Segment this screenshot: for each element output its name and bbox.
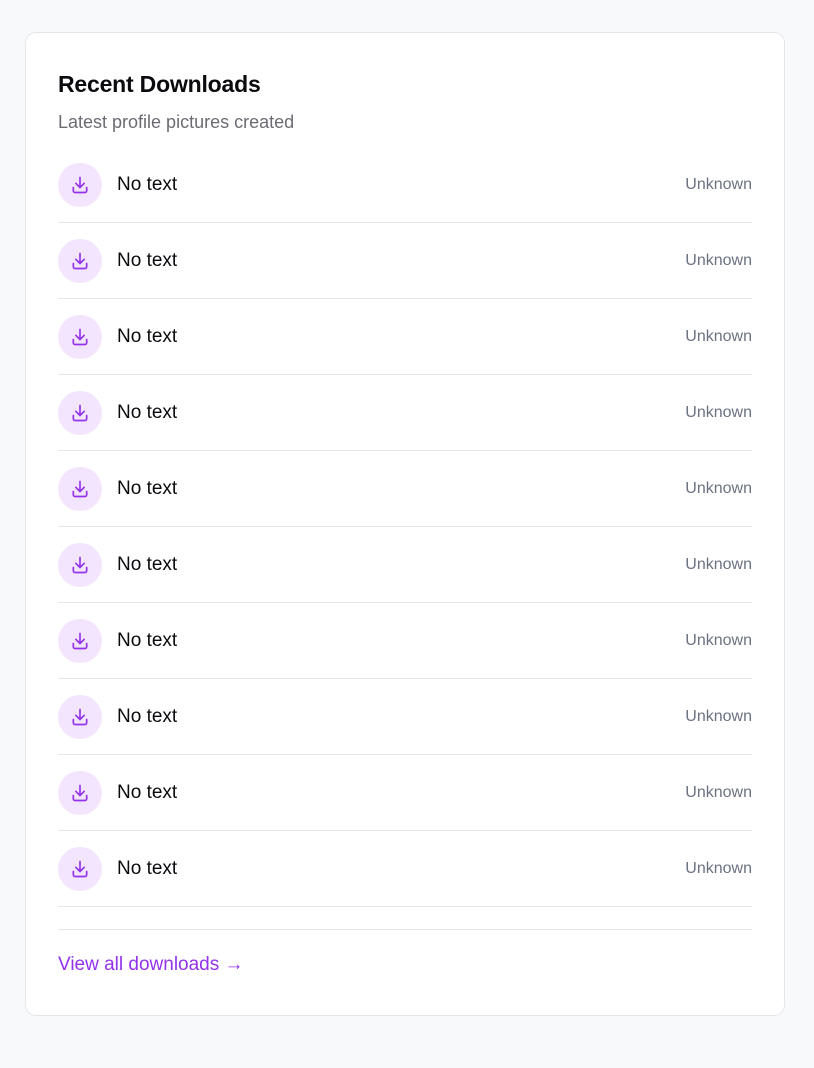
download-item-label: No text: [117, 325, 178, 347]
download-item-label: No text: [117, 173, 178, 195]
download-icon: [58, 162, 102, 207]
download-item-label: No text: [117, 401, 178, 423]
list-item[interactable]: No text Unknown: [58, 755, 752, 831]
download-item-status: Unknown: [685, 631, 752, 649]
download-item-status: Unknown: [685, 175, 752, 193]
view-all-downloads-link[interactable]: View all downloads →: [58, 954, 244, 976]
download-icon: [58, 694, 102, 739]
footer-divider: [58, 929, 752, 930]
download-item-status: Unknown: [685, 707, 752, 725]
download-item-label: No text: [117, 705, 178, 727]
list-item[interactable]: No text Unknown: [58, 603, 752, 679]
list-item[interactable]: No text Unknown: [58, 375, 752, 451]
list-item[interactable]: No text Unknown: [58, 831, 752, 907]
list-item[interactable]: No text Unknown: [58, 299, 752, 375]
list-item[interactable]: No text Unknown: [58, 147, 752, 223]
download-icon: [58, 466, 102, 511]
download-icon: [58, 846, 102, 891]
download-item-status: Unknown: [685, 403, 752, 421]
download-icon: [58, 238, 102, 283]
download-icon: [58, 770, 102, 815]
list-item[interactable]: No text Unknown: [58, 527, 752, 603]
download-item-status: Unknown: [685, 251, 752, 269]
download-item-label: No text: [117, 629, 178, 651]
downloads-list: No text Unknown No text Unknown No text Unkno…: [58, 147, 752, 907]
card-subtitle: Latest profile pictures created: [58, 112, 295, 132]
download-icon: [58, 542, 102, 587]
download-item-status: Unknown: [685, 859, 752, 877]
download-item-status: Unknown: [685, 783, 752, 801]
download-item-status: Unknown: [685, 555, 752, 573]
download-icon: [58, 618, 102, 663]
download-icon: [58, 390, 102, 435]
download-item-status: Unknown: [685, 327, 752, 345]
download-item-status: Unknown: [685, 479, 752, 497]
download-icon: [58, 314, 102, 359]
list-item[interactable]: No text Unknown: [58, 679, 752, 755]
list-item[interactable]: No text Unknown: [58, 451, 752, 527]
card-title: Recent Downloads: [58, 71, 261, 97]
list-item[interactable]: No text Unknown: [58, 223, 752, 299]
recent-downloads-card: Recent Downloads Latest profile pictures…: [25, 32, 785, 1016]
download-item-label: No text: [117, 781, 178, 803]
download-item-label: No text: [117, 553, 178, 575]
download-item-label: No text: [117, 477, 178, 499]
download-item-label: No text: [117, 857, 178, 879]
download-item-label: No text: [117, 249, 178, 271]
